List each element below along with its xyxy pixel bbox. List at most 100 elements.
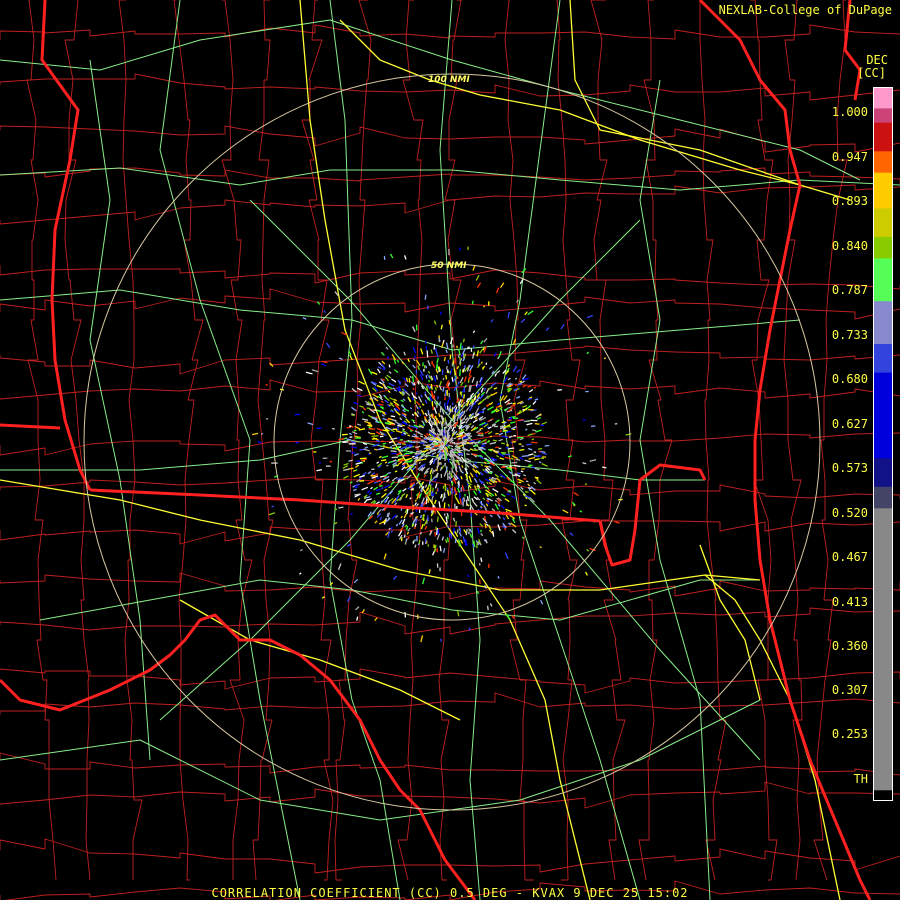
- echo-pixel: [390, 526, 393, 530]
- credit-label: NEXLAB-College of DuPage: [718, 3, 892, 17]
- echo-pixel: [500, 442, 505, 445]
- echo-pixel: [426, 350, 429, 358]
- echo-pixel: [432, 428, 436, 432]
- echo-pixel: [430, 518, 433, 523]
- echo-pixel: [482, 366, 485, 370]
- echo-pixel: [478, 562, 481, 566]
- echo-pixel: [446, 405, 449, 411]
- legend-tick-label: 0.573: [831, 461, 868, 475]
- echo-pixel: [408, 441, 416, 444]
- legend-color-band: [874, 122, 892, 152]
- echo-pixel: [452, 414, 455, 419]
- echo-pixel: [318, 462, 322, 465]
- echo-pixel: [460, 404, 464, 408]
- echo-pixel: [338, 506, 344, 509]
- echo-pixel: [390, 415, 396, 418]
- legend-unit-code: DEC: [866, 53, 888, 67]
- legend-color-band: [874, 236, 892, 259]
- echo-pixel: [480, 361, 483, 364]
- echo-pixel: [434, 531, 437, 537]
- legend-tick-label: 0.840: [831, 239, 868, 253]
- echo-pixel: [445, 516, 448, 522]
- echo-pixel: [449, 370, 452, 374]
- echo-pixel: [445, 411, 448, 415]
- echo-pixel: [532, 429, 537, 432]
- echo-pixel: [402, 428, 405, 431]
- echo-pixel: [466, 458, 469, 460]
- echo-pixel: [523, 477, 527, 480]
- echo-pixel: [447, 436, 450, 440]
- echo-pixel: [425, 365, 428, 369]
- legend-tick-label: 0.467: [831, 550, 868, 564]
- echo-pixel: [437, 395, 439, 400]
- echo-pixel: [354, 486, 359, 489]
- echo-pixel: [446, 537, 449, 543]
- echo-pixel: [465, 499, 468, 507]
- echo-pixel: [467, 459, 471, 462]
- echo-pixel: [444, 488, 447, 492]
- echo-pixel: [462, 338, 465, 343]
- color-legend-bar: [873, 87, 893, 801]
- echo-pixel: [489, 435, 493, 438]
- echo-pixel: [411, 413, 415, 416]
- echo-pixel: [425, 497, 428, 505]
- echo-pixel: [381, 459, 387, 462]
- echo-pixel: [459, 342, 462, 350]
- echo-pixel: [519, 448, 525, 452]
- echo-pixel: [379, 435, 384, 438]
- legend-color-band: [874, 486, 892, 509]
- echo-pixel: [418, 539, 421, 544]
- echo-pixel: [331, 427, 335, 430]
- product-footer: CORRELATION COEFFICIENT (CC) 0.5 DEG - K…: [211, 886, 689, 900]
- echo-pixel: [465, 529, 468, 536]
- echo-pixel: [430, 383, 433, 390]
- echo-pixel: [511, 461, 518, 464]
- echo-pixel: [459, 369, 461, 377]
- echo-pixel: [425, 375, 428, 379]
- echo-pixel: [402, 443, 407, 446]
- echo-pixel: [442, 377, 445, 381]
- echo-pixel: [528, 397, 532, 400]
- echo-pixel: [476, 590, 479, 595]
- echo-pixel: [438, 401, 442, 406]
- echo-pixel: [477, 406, 480, 409]
- legend-color-band: [874, 151, 892, 174]
- echo-pixel: [353, 429, 357, 432]
- echo-pixel: [390, 450, 397, 453]
- legend-tick-label: 0.733: [831, 328, 868, 342]
- echo-pixel: [350, 512, 353, 515]
- echo-pixel: [468, 423, 472, 426]
- echo-pixel: [538, 461, 542, 464]
- echo-pixel: [413, 382, 416, 386]
- range-ring-100-label: 100 NMI: [428, 75, 470, 85]
- radar-map: 50 NMI 100 NMI: [0, 0, 900, 900]
- echo-pixel: [516, 472, 521, 475]
- echo-pixel: [468, 528, 471, 532]
- echo-pixel: [431, 447, 435, 450]
- echo-pixel: [485, 362, 488, 365]
- legend-color-band: [874, 372, 892, 459]
- echo-pixel: [445, 466, 448, 473]
- echo-pixel: [435, 491, 438, 495]
- echo-pixel: [458, 452, 464, 455]
- legend-tick-label: 0.680: [831, 372, 868, 386]
- echo-pixel: [466, 346, 470, 350]
- echo-pixel: [489, 419, 493, 422]
- echo-pixel: [398, 441, 406, 444]
- echo-pixel: [392, 387, 395, 390]
- legend-color-band: [874, 172, 892, 209]
- echo-pixel: [527, 487, 532, 490]
- legend-color-band: [874, 790, 892, 801]
- echo-pixel: [525, 480, 529, 483]
- legend-tick-label: 0.413: [831, 595, 868, 609]
- echo-pixel: [533, 451, 537, 454]
- echo-pixel: [413, 457, 417, 460]
- echo-pixel: [456, 413, 459, 417]
- echo-pixel: [439, 454, 442, 461]
- echo-pixel: [477, 391, 480, 395]
- echo-pixel: [444, 446, 447, 451]
- range-ring-50-label: 50 NMI: [431, 261, 467, 271]
- echo-pixel: [431, 478, 434, 482]
- echo-pixel: [539, 546, 542, 549]
- echo-pixel: [435, 442, 439, 445]
